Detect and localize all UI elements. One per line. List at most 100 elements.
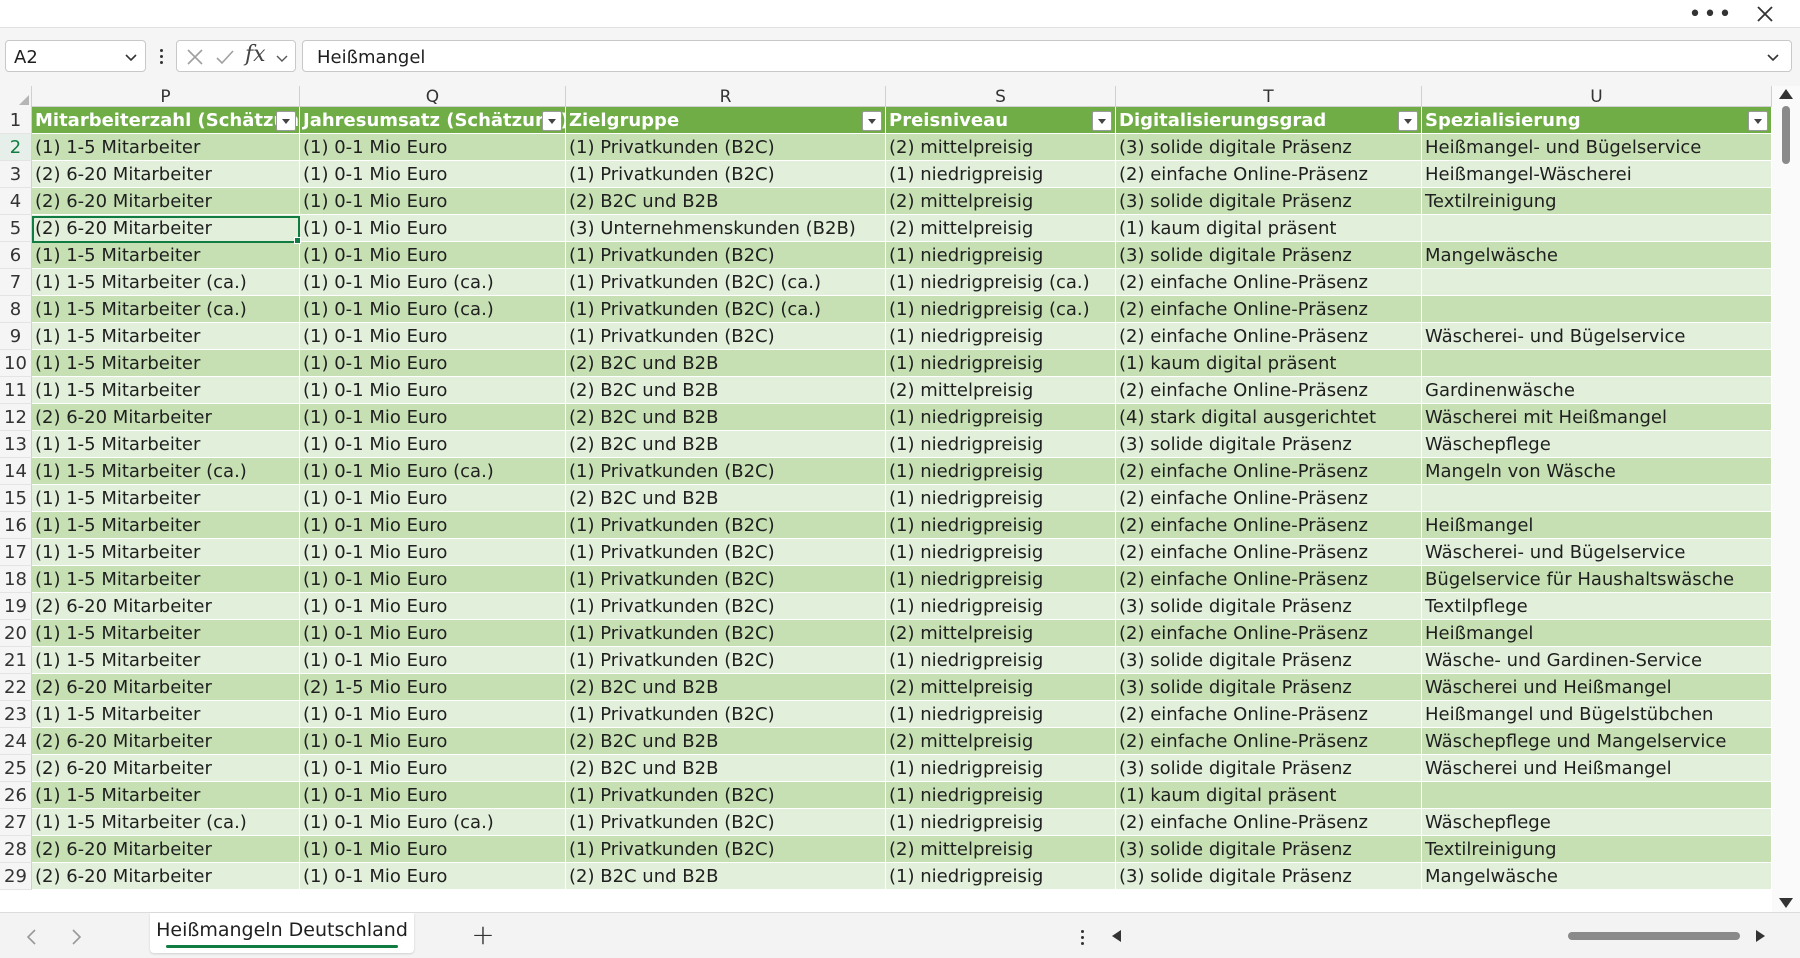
cell-q[interactable]: (1) 0-1 Mio Euro xyxy=(300,404,566,431)
cell-s[interactable]: (1) niedrigpreisig xyxy=(886,458,1116,485)
cell-t[interactable]: (2) einfache Online-Präsenz xyxy=(1116,323,1422,350)
cell-s[interactable]: (2) mittelpreisig xyxy=(886,188,1116,215)
cell-t[interactable]: (1) kaum digital präsent xyxy=(1116,350,1422,377)
cell-r[interactable]: (1) Privatkunden (B2C) xyxy=(566,323,886,350)
cell-r[interactable]: (1) Privatkunden (B2C) xyxy=(566,161,886,188)
row-number[interactable]: 17 xyxy=(0,539,32,566)
row-number[interactable]: 11 xyxy=(0,377,32,404)
cell-u[interactable]: Heißmangel- und Bügelservice xyxy=(1422,134,1772,161)
cell-s[interactable]: (1) niedrigpreisig xyxy=(886,485,1116,512)
cell-r[interactable]: (3) Unternehmenskunden (B2B) xyxy=(566,215,886,242)
cell-r[interactable]: (2) B2C und B2B xyxy=(566,674,886,701)
row-number[interactable]: 13 xyxy=(0,431,32,458)
cell-p[interactable]: (1) 1-5 Mitarbeiter (ca.) xyxy=(32,296,300,323)
cell-t[interactable]: (2) einfache Online-Präsenz xyxy=(1116,566,1422,593)
row-number[interactable]: 9 xyxy=(0,323,32,350)
cell-t[interactable]: (2) einfache Online-Präsenz xyxy=(1116,485,1422,512)
header-cell-s[interactable]: Preisniveau xyxy=(886,107,1116,134)
cell-r[interactable]: (1) Privatkunden (B2C) (ca.) xyxy=(566,296,886,323)
row-number[interactable]: 3 xyxy=(0,161,32,188)
row-number[interactable]: 19 xyxy=(0,593,32,620)
row-number[interactable]: 26 xyxy=(0,782,32,809)
cell-r[interactable]: (1) Privatkunden (B2C) xyxy=(566,620,886,647)
cell-q[interactable]: (1) 0-1 Mio Euro (ca.) xyxy=(300,458,566,485)
cell-t[interactable]: (3) solide digitale Präsenz xyxy=(1116,593,1422,620)
cell-u[interactable]: Mangelwäsche xyxy=(1422,242,1772,269)
cell-q[interactable]: (1) 0-1 Mio Euro xyxy=(300,782,566,809)
scroll-left-icon[interactable] xyxy=(1112,930,1121,942)
cell-t[interactable]: (3) solide digitale Präsenz xyxy=(1116,647,1422,674)
cell-t[interactable]: (1) kaum digital präsent xyxy=(1116,782,1422,809)
cell-s[interactable]: (1) niedrigpreisig xyxy=(886,350,1116,377)
header-cell-u[interactable]: Spezialisierung xyxy=(1422,107,1772,134)
header-cell-t[interactable]: Digitalisierungsgrad xyxy=(1116,107,1422,134)
cell-r[interactable]: (1) Privatkunden (B2C) xyxy=(566,809,886,836)
cell-q[interactable]: (1) 0-1 Mio Euro xyxy=(300,512,566,539)
chevron-down-icon[interactable] xyxy=(275,50,289,69)
cell-p[interactable]: (1) 1-5 Mitarbeiter xyxy=(32,350,300,377)
cell-t[interactable]: (3) solide digitale Präsenz xyxy=(1116,863,1422,890)
cell-q[interactable]: (1) 0-1 Mio Euro (ca.) xyxy=(300,269,566,296)
cell-t[interactable]: (2) einfache Online-Präsenz xyxy=(1116,539,1422,566)
cell-r[interactable]: (1) Privatkunden (B2C) xyxy=(566,458,886,485)
header-cell-q[interactable]: Jahresumsatz (Schätzung) xyxy=(300,107,566,134)
cell-r[interactable]: (2) B2C und B2B xyxy=(566,728,886,755)
insert-function-icon[interactable]: fx xyxy=(245,42,266,67)
row-number[interactable]: 28 xyxy=(0,836,32,863)
cell-t[interactable]: (4) stark digital ausgerichtet xyxy=(1116,404,1422,431)
header-cell-r[interactable]: Zielgruppe xyxy=(566,107,886,134)
row-number[interactable]: 5 xyxy=(0,215,32,242)
cell-u[interactable]: Wäschepflege xyxy=(1422,809,1772,836)
cell-t[interactable]: (3) solide digitale Präsenz xyxy=(1116,134,1422,161)
cell-s[interactable]: (2) mittelpreisig xyxy=(886,215,1116,242)
cell-p[interactable]: (1) 1-5 Mitarbeiter xyxy=(32,620,300,647)
cell-q[interactable]: (1) 0-1 Mio Euro xyxy=(300,647,566,674)
row-number[interactable]: 14 xyxy=(0,458,32,485)
cell-r[interactable]: (1) Privatkunden (B2C) xyxy=(566,539,886,566)
cell-t[interactable]: (2) einfache Online-Präsenz xyxy=(1116,620,1422,647)
cell-u[interactable] xyxy=(1422,269,1772,296)
cell-r[interactable]: (2) B2C und B2B xyxy=(566,863,886,890)
cell-p[interactable]: (1) 1-5 Mitarbeiter xyxy=(32,701,300,728)
cell-q[interactable]: (1) 0-1 Mio Euro xyxy=(300,539,566,566)
cell-t[interactable]: (2) einfache Online-Präsenz xyxy=(1116,512,1422,539)
cell-p[interactable]: (1) 1-5 Mitarbeiter (ca.) xyxy=(32,269,300,296)
cell-q[interactable]: (1) 0-1 Mio Euro xyxy=(300,836,566,863)
chevron-right-icon[interactable] xyxy=(64,925,88,949)
cell-u[interactable]: Mangeln von Wäsche xyxy=(1422,458,1772,485)
cell-t[interactable]: (2) einfache Online-Präsenz xyxy=(1116,458,1422,485)
row-number[interactable]: 23 xyxy=(0,701,32,728)
cell-u[interactable]: Wäschepflege und Mangelservice xyxy=(1422,728,1772,755)
cell-u[interactable]: Heißmangel-Wäscherei xyxy=(1422,161,1772,188)
cell-r[interactable]: (2) B2C und B2B xyxy=(566,404,886,431)
cell-t[interactable]: (3) solide digitale Präsenz xyxy=(1116,242,1422,269)
cell-u[interactable] xyxy=(1422,296,1772,323)
row-number[interactable]: 21 xyxy=(0,647,32,674)
row-number[interactable]: 18 xyxy=(0,566,32,593)
vertical-scroll-thumb[interactable] xyxy=(1782,106,1790,164)
cell-q[interactable]: (1) 0-1 Mio Euro xyxy=(300,566,566,593)
cell-t[interactable]: (3) solide digitale Präsenz xyxy=(1116,431,1422,458)
cell-s[interactable]: (1) niedrigpreisig xyxy=(886,242,1116,269)
horizontal-scrollbar[interactable] xyxy=(1108,923,1772,949)
cell-s[interactable]: (1) niedrigpreisig xyxy=(886,404,1116,431)
row-number[interactable]: 25 xyxy=(0,755,32,782)
cell-p[interactable]: (2) 6-20 Mitarbeiter xyxy=(32,404,300,431)
row-number[interactable]: 24 xyxy=(0,728,32,755)
cell-t[interactable]: (2) einfache Online-Präsenz xyxy=(1116,728,1422,755)
cell-p[interactable]: (1) 1-5 Mitarbeiter xyxy=(32,512,300,539)
cell-p[interactable]: (2) 6-20 Mitarbeiter xyxy=(32,188,300,215)
cell-s[interactable]: (2) mittelpreisig xyxy=(886,836,1116,863)
horizontal-scroll-thumb[interactable] xyxy=(1568,932,1740,940)
cell-r[interactable]: (1) Privatkunden (B2C) xyxy=(566,647,886,674)
cell-r[interactable]: (1) Privatkunden (B2C) xyxy=(566,512,886,539)
cell-u[interactable]: Textilpflege xyxy=(1422,593,1772,620)
scroll-up-icon[interactable] xyxy=(1779,89,1793,99)
cell-q[interactable]: (1) 0-1 Mio Euro xyxy=(300,161,566,188)
column-header-t[interactable]: T xyxy=(1116,86,1422,107)
cell-p[interactable]: (1) 1-5 Mitarbeiter xyxy=(32,566,300,593)
row-number[interactable]: 1 xyxy=(0,107,32,134)
row-number[interactable]: 8 xyxy=(0,296,32,323)
cell-s[interactable]: (2) mittelpreisig xyxy=(886,728,1116,755)
cell-p[interactable]: (1) 1-5 Mitarbeiter xyxy=(32,539,300,566)
